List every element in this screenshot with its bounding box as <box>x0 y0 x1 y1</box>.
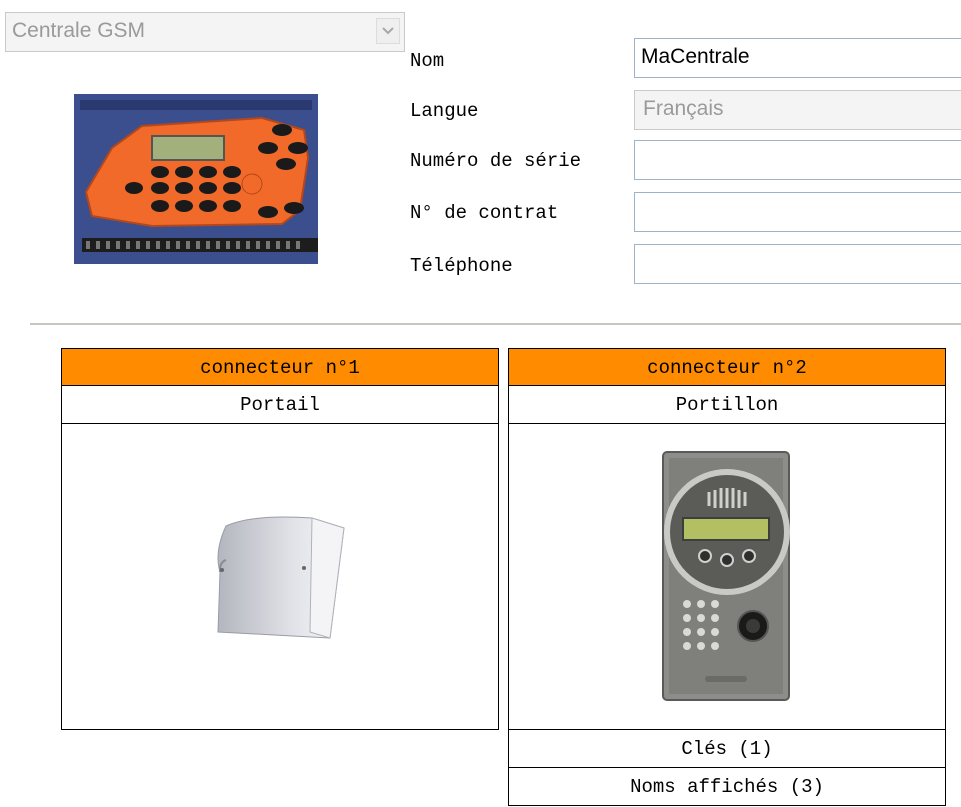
serie-field[interactable] <box>634 140 961 180</box>
nom-label: Nom <box>410 50 445 72</box>
gsm-control-unit-photo <box>72 88 322 275</box>
langue-value: Français <box>643 97 724 120</box>
langue-label: Langue <box>410 100 479 122</box>
langue-select[interactable]: Français <box>634 90 961 130</box>
chevron-down-icon[interactable] <box>376 18 400 44</box>
keys-link[interactable]: Clés (1) <box>508 730 946 768</box>
receiver-box-icon <box>217 516 345 639</box>
separator <box>30 323 961 325</box>
telephone-field[interactable] <box>634 244 961 284</box>
nom-field[interactable] <box>634 38 961 78</box>
telephone-label: Téléphone <box>410 255 513 277</box>
serie-input[interactable] <box>635 141 961 177</box>
device-type-select[interactable]: Centrale GSM <box>5 12 405 52</box>
contrat-input[interactable] <box>635 193 961 229</box>
connector-2-header: connecteur n°2 <box>508 348 946 386</box>
contrat-label: N° de contrat <box>410 202 559 224</box>
telephone-input[interactable] <box>635 245 961 281</box>
contrat-field[interactable] <box>634 192 961 232</box>
connector-1-name[interactable]: Portail <box>61 386 499 424</box>
connector-1-image[interactable] <box>61 424 499 730</box>
intercom-panel-icon <box>662 451 790 701</box>
displayed-names-link[interactable]: Noms affichés (3) <box>508 768 946 806</box>
connector-2: connecteur n°2 Portillon Clés (1) Noms a… <box>508 348 946 806</box>
device-type-value: Centrale GSM <box>12 19 146 42</box>
nom-input[interactable] <box>635 39 961 75</box>
connector-1-header: connecteur n°1 <box>61 348 499 386</box>
connector-1: connecteur n°1 Portail <box>61 348 499 730</box>
connector-2-name[interactable]: Portillon <box>508 386 946 424</box>
connector-2-image[interactable] <box>508 424 946 730</box>
serie-label: Numéro de série <box>410 150 582 172</box>
